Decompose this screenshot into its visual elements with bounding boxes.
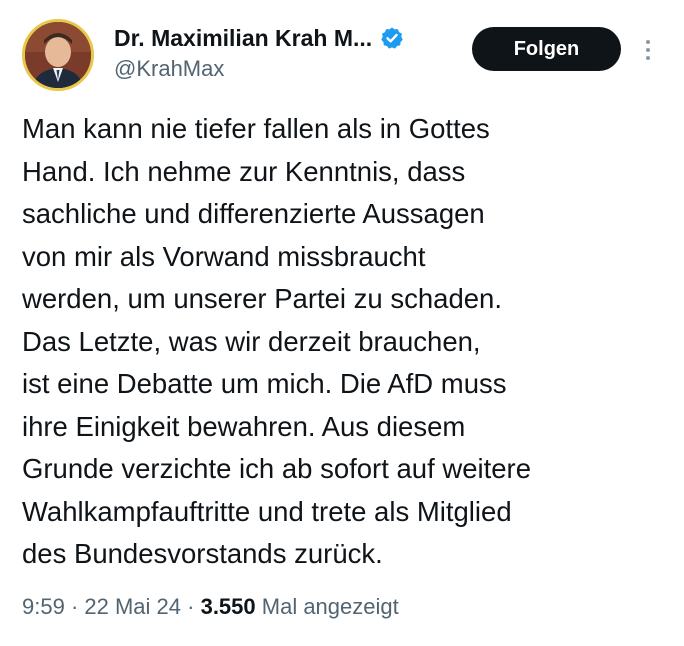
more-dot <box>646 56 650 60</box>
tweet-text-line: Das Letzte, was wir derzeit brauchen, <box>22 325 481 357</box>
more-dot <box>646 48 650 52</box>
avatar-portrait-image <box>25 22 91 88</box>
author-info: Dr. Maximilian Krah M... @KrahMax <box>114 22 404 82</box>
more-options-icon[interactable] <box>638 34 658 66</box>
author-name-row: Dr. Maximilian Krah M... <box>114 22 404 54</box>
meta-separator: · <box>181 594 201 619</box>
meta-separator: · <box>64 594 85 619</box>
tweet-text-line: Grunde verzichte ich ab sofort auf weite… <box>22 453 532 484</box>
more-dot <box>646 40 650 44</box>
tweet-date[interactable]: 22 Mai 24 <box>84 594 181 619</box>
tweet-text-line: Man kann nie tiefer fallen als in Gottes <box>22 113 490 144</box>
verified-badge-icon[interactable] <box>380 26 404 50</box>
author-display-name[interactable]: Dr. Maximilian Krah M... <box>114 25 372 52</box>
tweet-time[interactable]: 9:59 <box>22 594 65 619</box>
tweet-text-line: Wahlkampfauftritte und trete als Mitglie… <box>22 495 512 527</box>
tweet-text: Man kann nie tiefer fallen als in Gottes… <box>22 108 672 576</box>
follow-button[interactable]: Folgen <box>472 27 621 71</box>
tweet-text-line: ist eine Debatte um mich. Die AfD muss <box>22 368 507 399</box>
tweet-card: Dr. Maximilian Krah M... @KrahMax Folgen… <box>0 0 684 646</box>
tweet-text-line: ihre Einigkeit bewahren. Aus diesem <box>22 410 466 442</box>
tweet-text-line: des Bundesvorstands zurück. <box>22 538 383 569</box>
tweet-text-line: sachliche und differenzierte Aussagen <box>22 198 485 229</box>
author-handle[interactable]: @KrahMax <box>114 56 404 82</box>
tweet-text-line: werden, um unserer Partei zu schaden. <box>22 283 502 314</box>
views-count[interactable]: 3.550 <box>201 594 256 619</box>
tweet-text-line: Hand. Ich nehme zur Kenntnis, dass <box>22 155 466 187</box>
avatar[interactable] <box>22 19 94 91</box>
tweet-meta: 9:59 · 22 Mai 24 · 3.550 Mal angezeigt <box>22 594 399 620</box>
tweet-text-line: von mir als Vorwand missbraucht <box>22 240 426 272</box>
views-label: Mal angezeigt <box>255 594 399 619</box>
